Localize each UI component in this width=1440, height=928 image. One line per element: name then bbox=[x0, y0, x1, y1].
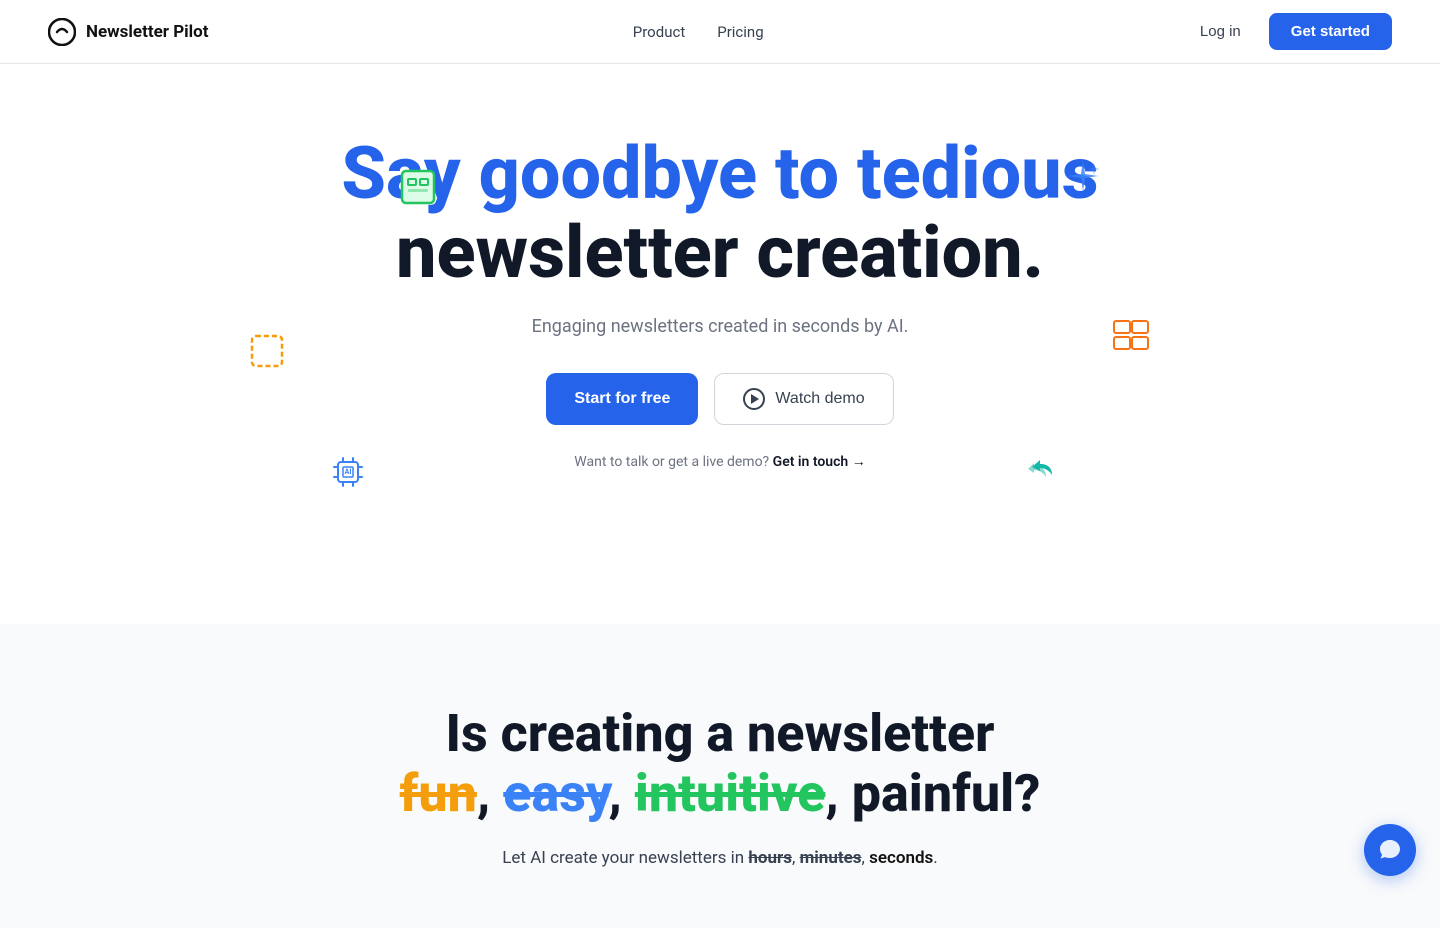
nav-links: Product Pricing bbox=[633, 23, 764, 41]
inbox-orange-icon bbox=[1112, 319, 1150, 364]
nav-actions: Log in Get started bbox=[1188, 13, 1392, 50]
sub-suffix: . bbox=[933, 848, 937, 868]
ai-chip-icon: AI bbox=[330, 454, 366, 497]
hero-section: AI Say goodbye to tedious newsletter cre… bbox=[0, 64, 1440, 624]
nav-link-pricing[interactable]: Pricing bbox=[717, 23, 763, 41]
chat-icon bbox=[1377, 837, 1403, 863]
start-for-free-button[interactable]: Start for free bbox=[546, 373, 698, 425]
hero-contact: Want to talk or get a live demo? Get in … bbox=[574, 453, 865, 470]
get-in-touch-link[interactable]: Get in touch → bbox=[773, 454, 866, 470]
logo-icon bbox=[48, 18, 76, 46]
hero-buttons: Start for free Watch demo bbox=[546, 373, 893, 425]
login-button[interactable]: Log in bbox=[1188, 17, 1253, 46]
section2: Is creating a newsletter fun, easy, intu… bbox=[0, 624, 1440, 928]
nav-link-product[interactable]: Product bbox=[633, 23, 685, 41]
reply-icon bbox=[1024, 449, 1060, 492]
hero-subtitle: Engaging newsletters created in seconds … bbox=[532, 316, 909, 337]
word-fun: fun bbox=[400, 763, 477, 824]
section2-subtitle: Let AI create your newsletters in hours,… bbox=[24, 848, 1416, 868]
word-intuitive: intuitive bbox=[635, 763, 826, 824]
sub-prefix: Let AI create your newsletters in bbox=[502, 848, 748, 868]
word-painful: painful? bbox=[852, 763, 1041, 824]
bracket-yellow-icon bbox=[250, 334, 284, 375]
play-circle-icon bbox=[743, 388, 765, 410]
section2-title-line1: Is creating a newsletter bbox=[446, 703, 995, 764]
hero-title: Say goodbye to tedious newsletter creati… bbox=[341, 134, 1098, 292]
hero-title-dark: newsletter creation. bbox=[396, 210, 1044, 295]
watch-demo-button[interactable]: Watch demo bbox=[714, 373, 893, 425]
hero-contact-text: Want to talk or get a live demo? bbox=[574, 454, 769, 470]
word-hours: hours bbox=[748, 848, 792, 868]
hero-title-blue: Say goodbye to tedious bbox=[341, 131, 1098, 216]
navbar: Newsletter Pilot Product Pricing Log in … bbox=[0, 0, 1440, 64]
logo[interactable]: Newsletter Pilot bbox=[48, 18, 209, 46]
svg-text:AI: AI bbox=[345, 468, 352, 476]
word-minutes: minutes bbox=[800, 848, 862, 868]
play-triangle-icon bbox=[751, 394, 759, 404]
logo-text: Newsletter Pilot bbox=[86, 22, 209, 42]
word-seconds: seconds bbox=[869, 848, 933, 868]
chat-bubble-button[interactable] bbox=[1364, 824, 1416, 876]
section2-title: Is creating a newsletter fun, easy, intu… bbox=[24, 704, 1416, 824]
get-started-button[interactable]: Get started bbox=[1269, 13, 1392, 50]
watch-demo-label: Watch demo bbox=[775, 390, 864, 408]
word-easy: easy bbox=[503, 763, 608, 824]
